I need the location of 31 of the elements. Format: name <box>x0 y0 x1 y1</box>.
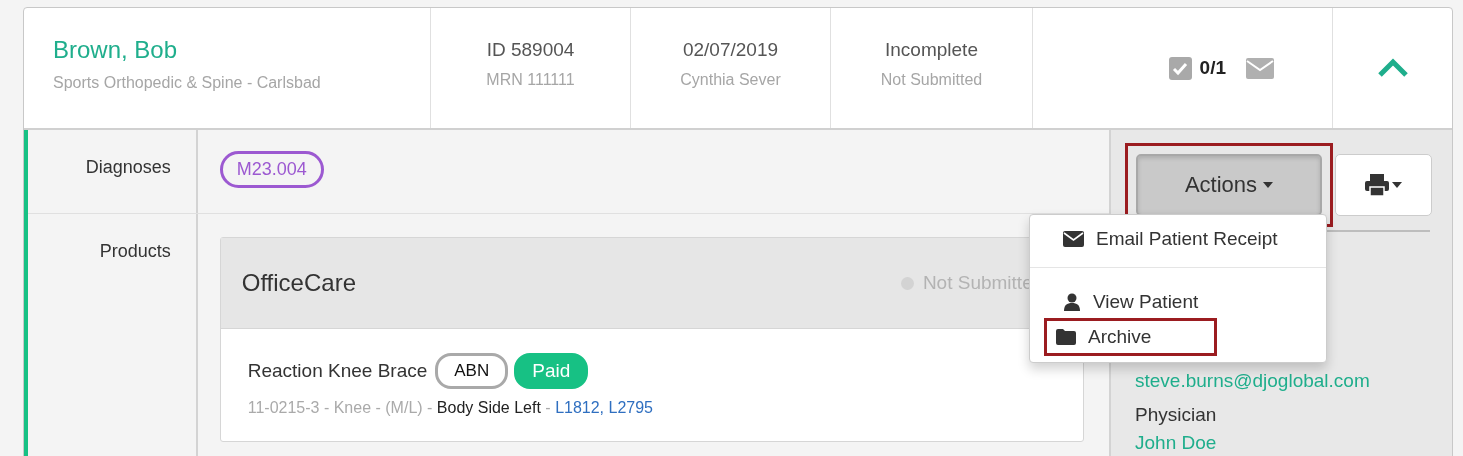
payment-badge: Paid <box>514 353 589 389</box>
physician-label: Physician <box>1135 404 1218 426</box>
actions-button[interactable]: Actions <box>1136 154 1322 216</box>
caret-icon <box>1392 182 1402 188</box>
printer-icon <box>1365 174 1389 196</box>
mrn-number: MRN 111111 <box>486 71 575 89</box>
envelope-icon <box>1063 231 1084 247</box>
folder-icon <box>1056 329 1076 345</box>
row-label: Diagnoses <box>28 130 198 213</box>
chevron-up-icon <box>1376 58 1409 78</box>
product-name: Reaction Knee Brace <box>247 360 428 382</box>
print-button[interactable] <box>1335 154 1432 216</box>
clinic-name: Sports Orthopedic & Spine - Carlsbad <box>53 74 321 92</box>
diagnosis-tag[interactable]: M23.004 <box>219 151 324 188</box>
status-text: Incomplete <box>885 39 978 61</box>
envelope-icon[interactable] <box>1246 57 1274 79</box>
abn-badge: ABN <box>435 353 509 389</box>
menu-item[interactable]: Archive <box>1047 321 1160 353</box>
menu-item[interactable]: View Patient <box>1054 286 1207 318</box>
provider-name: Cynthia Sever <box>680 71 781 89</box>
submission-status: Not Submitted <box>880 71 983 89</box>
caret-icon <box>1263 182 1274 188</box>
checkbox-icon <box>1168 56 1192 80</box>
visit-date: 02/07/2019 <box>682 39 779 61</box>
record-id: ID 589004 <box>486 39 575 61</box>
row-label: Products <box>28 214 198 456</box>
vendor-name: OfficeCare <box>241 269 356 297</box>
person-icon <box>1063 293 1081 311</box>
product-details: 11-0215-3 - Knee - (M/L) - Body Side Left - L1812, L2795 <box>247 399 654 417</box>
task-count: 0/1 <box>1199 57 1226 79</box>
menu-item[interactable]: Email Patient Receipt <box>1054 223 1286 255</box>
